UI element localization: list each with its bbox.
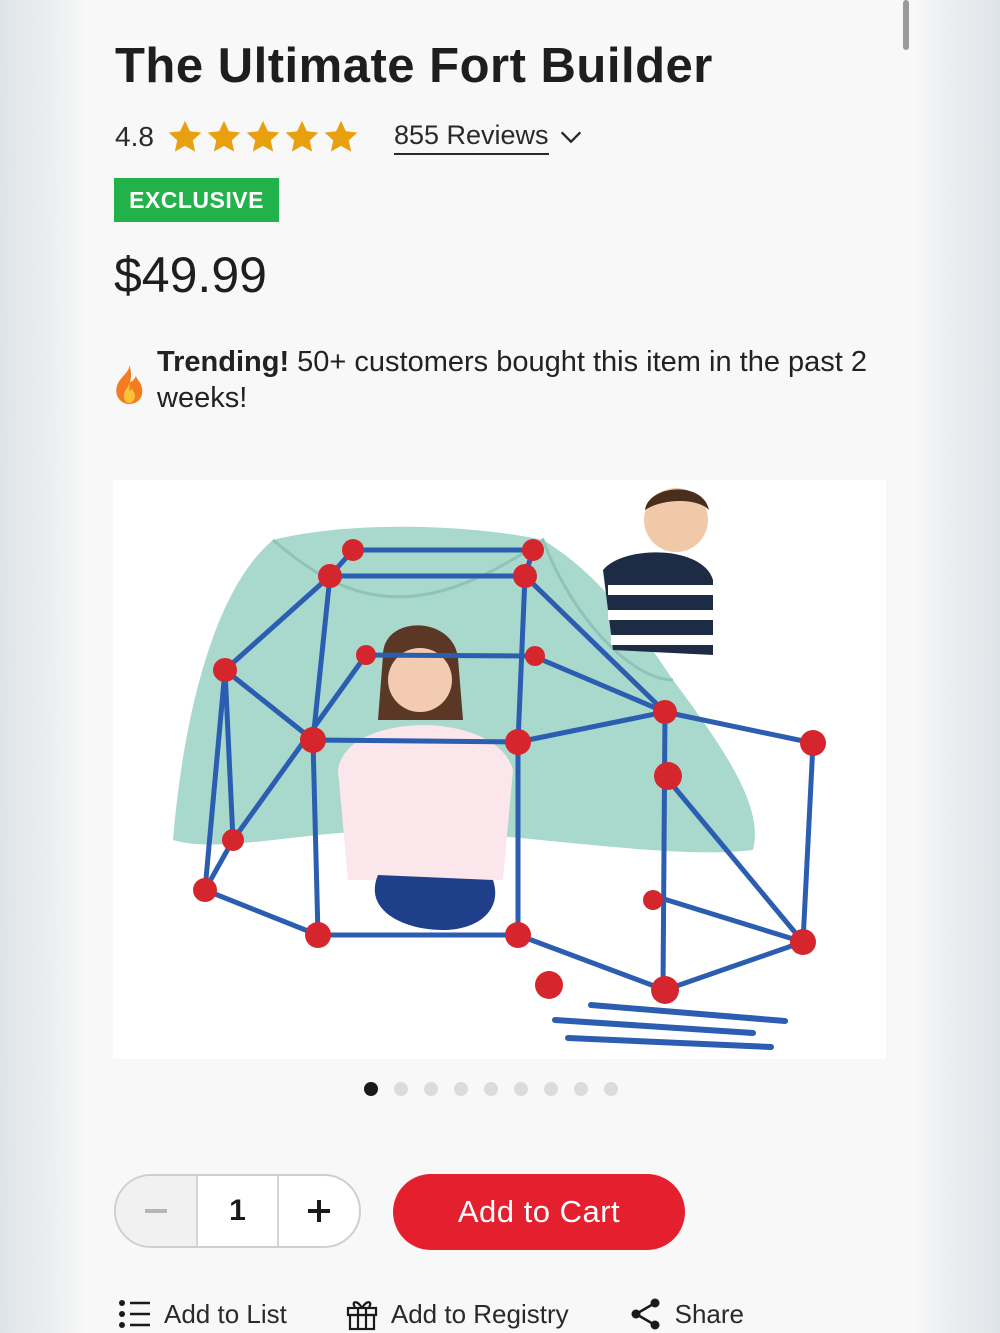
exclusive-badge: EXCLUSIVE (114, 178, 279, 222)
decrease-quantity-button[interactable] (116, 1176, 198, 1246)
star-icon (168, 120, 202, 152)
quantity-value[interactable]: 1 (198, 1176, 277, 1246)
gallery-dot[interactable] (574, 1082, 588, 1096)
fort-builder-photo (173, 488, 826, 1050)
share-icon (631, 1298, 660, 1330)
add-to-registry-button[interactable]: Add to Registry (345, 1297, 569, 1331)
add-to-registry-label: Add to Registry (390, 1298, 569, 1329)
increase-quantity-button[interactable] (277, 1176, 359, 1246)
star-icon (246, 120, 280, 152)
trending-text: Trending! 50+ customers bought this item… (157, 344, 897, 416)
product-title: The Ultimate Fort Builder (115, 39, 713, 93)
list-icon (119, 1300, 150, 1328)
share-label: Share (674, 1298, 744, 1329)
gallery-pagination (364, 1082, 618, 1096)
fire-icon (116, 364, 143, 404)
plus-icon (308, 1200, 330, 1222)
star-icon (207, 120, 241, 152)
quantity-stepper: 1 (114, 1174, 361, 1248)
star-rating (166, 118, 360, 156)
gallery-dot[interactable] (394, 1082, 408, 1096)
gallery-dot[interactable] (514, 1082, 528, 1096)
trending-headline: Trending! (157, 346, 290, 378)
add-to-list-label: Add to List (164, 1298, 287, 1329)
gallery-dot-active[interactable] (364, 1082, 378, 1096)
add-to-list-button[interactable]: Add to List (118, 1297, 287, 1331)
gallery-dot[interactable] (544, 1082, 558, 1096)
rating-value: 4.8 (115, 121, 154, 152)
rating-row: 4.8 855 Reviews (115, 114, 585, 160)
add-to-cart-button[interactable]: Add to Cart (393, 1174, 685, 1250)
chevron-down-icon[interactable] (557, 123, 585, 151)
product-price: $49.99 (114, 247, 267, 303)
scrollbar[interactable] (903, 0, 909, 50)
minus-icon (145, 1209, 167, 1213)
gallery-dot[interactable] (604, 1082, 618, 1096)
gallery-dot[interactable] (454, 1082, 468, 1096)
star-icon (324, 120, 358, 152)
gallery-dot[interactable] (424, 1082, 438, 1096)
gift-icon (346, 1301, 377, 1331)
gallery-dot[interactable] (484, 1082, 498, 1096)
secondary-actions: Add to List Add to Registry Share (118, 1294, 744, 1333)
product-image[interactable] (113, 480, 886, 1059)
share-button[interactable]: Share (629, 1297, 744, 1331)
star-icon (285, 120, 319, 152)
reviews-link[interactable]: 855 Reviews (393, 120, 549, 155)
